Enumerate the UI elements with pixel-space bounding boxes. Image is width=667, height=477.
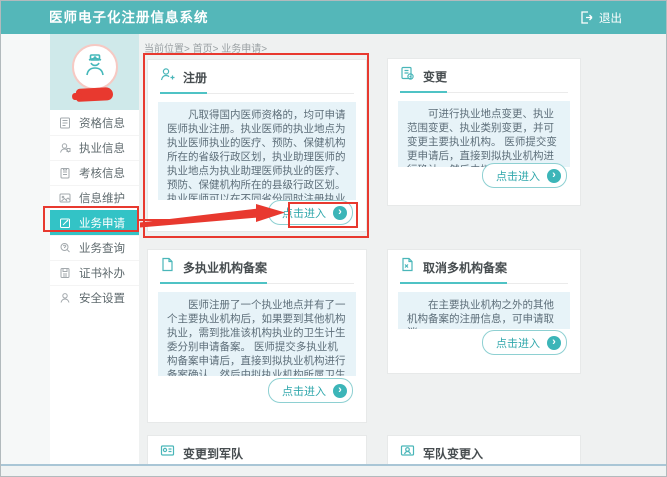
id-card-icon [160,443,175,463]
card-register: 注册 凡取得国内医师资格的，均可申请医师执业注册。执业医师的执业地点为执业医师执… [147,59,367,232]
file-cancel-icon [400,257,415,277]
enter-button-register[interactable]: 点击进入 › [268,200,353,225]
card-title: 取消多机构备案 [423,259,507,276]
card-cancel-multi-org-record: 取消多机构备案 在主要执业机构之外的其他机构备案的注册信息，可申请取消。 点击进… [387,249,581,374]
sidebar-item-label: 业务申请 [79,215,125,231]
sidebar-item-practice-info[interactable]: 执业信息 [50,135,139,160]
sidebar-item-assessment-info[interactable]: 考核信息 [50,160,139,185]
sidebar-item-label: 安全设置 [79,290,125,306]
clipboard-icon [59,167,71,179]
card-title: 注册 [183,69,207,86]
file-text-icon [59,117,71,129]
sidebar-item-label: 业务查询 [79,240,125,256]
file-change-icon [400,66,415,86]
sidebar-item-info-maintenance[interactable]: 信息维护 [50,185,139,210]
sidebar-item-qualification-info[interactable]: 资格信息 [50,111,139,135]
card-description: 可进行执业地点变更、执业范围变更、执业类别变更，并可变更主要执业机构。 医师提交… [398,101,570,167]
sidebar-item-label: 信息维护 [79,190,125,206]
sidebar-item-label: 执业信息 [79,140,125,156]
search-globe-icon [59,242,71,254]
sidebar-item-label: 考核信息 [79,165,125,181]
edit-icon [59,217,71,229]
avatar-panel [50,34,139,110]
sidebar-nav: 资格信息 执业信息 考核信息 信息维护 业务申请 业务查询 [50,111,139,310]
card-title: 多执业机构备案 [183,259,267,276]
logout-button[interactable]: 退出 [580,1,622,34]
app-header: 医师电子化注册信息系统 退出 [1,1,666,34]
card-title: 变更到军队 [183,445,243,462]
breadcrumb: 当前位置> 首页> 业务申请> [144,40,267,55]
picture-icon [59,192,71,204]
id-card-in-icon [400,443,415,463]
app-window: 医师电子化注册信息系统 退出 [0,0,667,477]
enter-button-change[interactable]: 点击进入 › [482,163,567,188]
app-title: 医师电子化注册信息系统 [49,1,209,34]
enter-button-cancel-multi-org[interactable]: 点击进入 › [482,330,567,355]
user-badge-icon [59,142,71,154]
person-icon [59,292,71,304]
avatar [72,44,118,90]
card-description: 医师注册了一个执业地点并有了一个主要执业机构后，如果要到其他机构执业，需到批准该… [158,292,356,376]
redacted-username-scribble [76,87,114,102]
enter-button-label: 点击进入 [282,383,326,399]
enter-button-label: 点击进入 [496,168,540,184]
card-title: 军队变更入 [423,445,483,462]
enter-button-label: 点击进入 [282,205,326,221]
card-multi-org-record: 多执业机构备案 医师注册了一个执业地点并有了一个主要执业机构后，如果要到其他机构… [147,249,367,423]
file-record-icon [160,257,175,277]
sidebar-item-security-settings[interactable]: 安全设置 [50,285,139,310]
sidebar-item-business-query[interactable]: 业务查询 [50,235,139,260]
certificate-icon [59,267,71,279]
sidebar-item-business-application[interactable]: 业务申请 [50,210,139,235]
window-bottom-strip [1,466,666,476]
logout-label: 退出 [599,10,622,26]
chevron-right-icon: › [547,169,561,183]
chevron-right-icon: › [333,384,347,398]
card-title: 变更 [423,68,447,85]
card-change: 变更 可进行执业地点变更、执业范围变更、执业类别变更，并可变更主要执业机构。 医… [387,58,581,206]
doctor-icon [80,50,110,85]
sidebar-item-certificate-reissue[interactable]: 证书补办 [50,260,139,285]
chevron-right-icon: › [547,336,561,350]
card-description: 在主要执业机构之外的其他机构备案的注册信息，可申请取消。 [398,292,570,329]
sidebar-item-label: 证书补办 [79,265,125,281]
sidebar-item-label: 资格信息 [79,115,125,131]
card-description: 凡取得国内医师资格的，均可申请医师执业注册。执业医师的执业地点为执业医师执业的医… [158,102,356,200]
left-gutter [1,34,50,476]
enter-button-label: 点击进入 [496,335,540,351]
logout-icon [580,11,593,24]
sidebar: 资格信息 执业信息 考核信息 信息维护 业务申请 业务查询 [50,34,139,476]
person-add-icon [160,67,175,87]
chevron-right-icon: › [333,206,347,220]
enter-button-multi-org[interactable]: 点击进入 › [268,378,353,403]
